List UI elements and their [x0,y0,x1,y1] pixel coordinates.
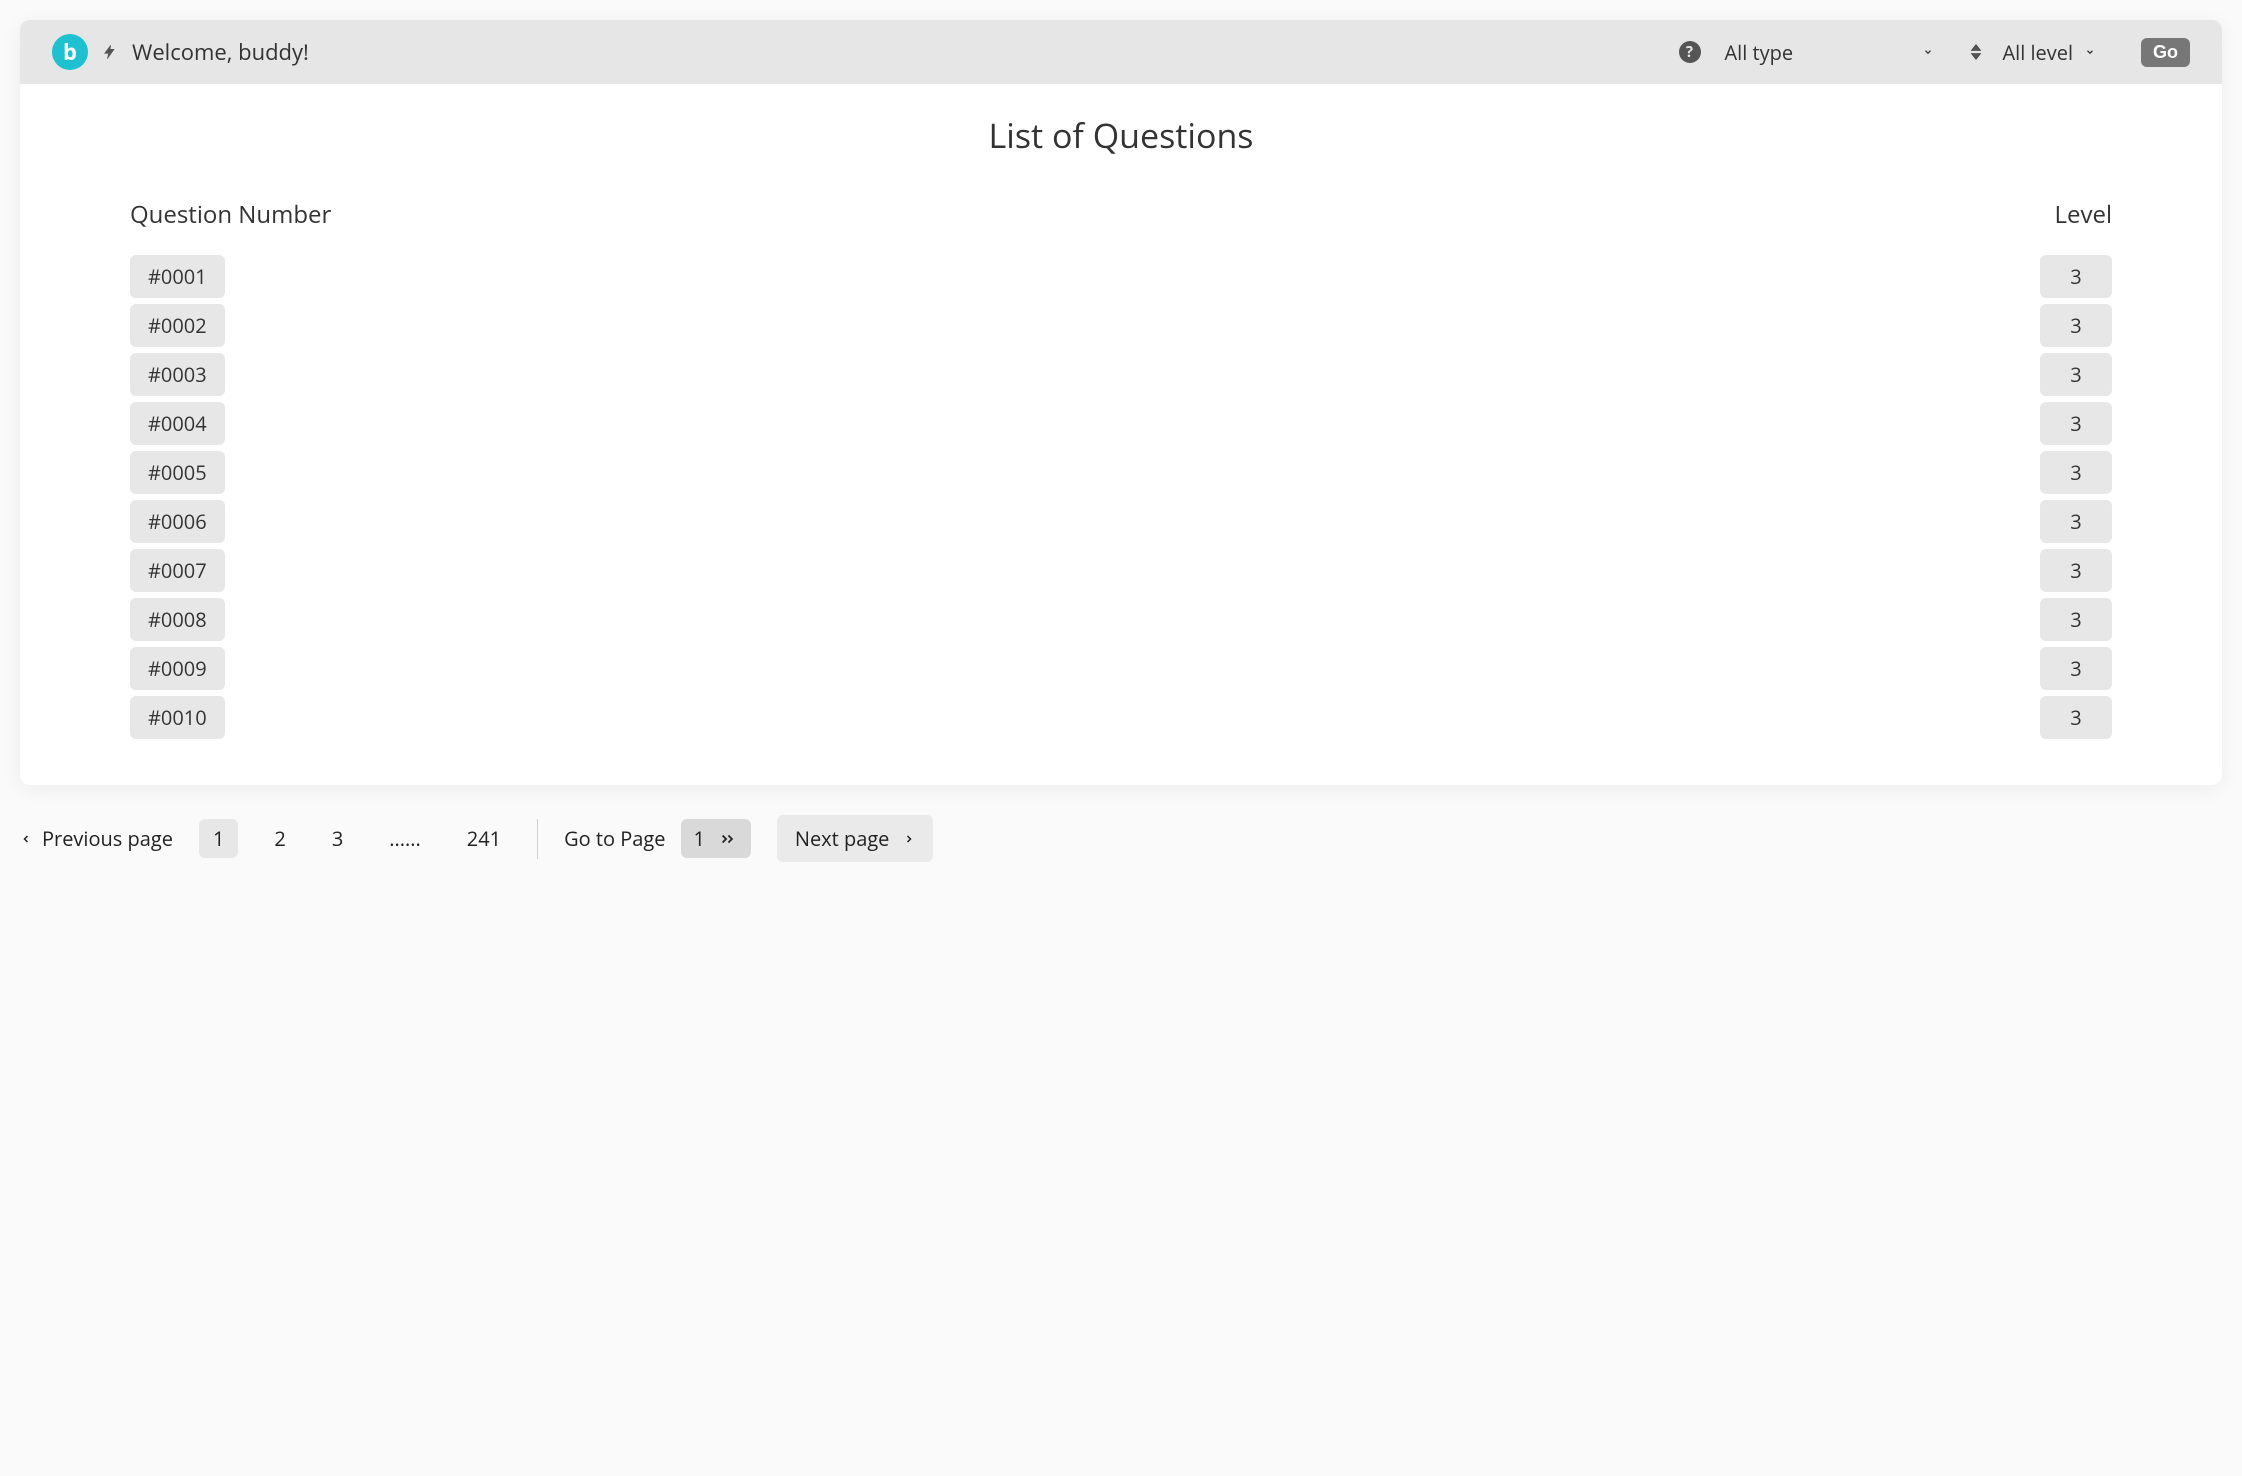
next-page-button[interactable]: Next page [777,815,934,862]
level-pill[interactable]: 3 [2040,647,2112,690]
level-pill[interactable]: 3 [2040,696,2112,739]
page-3-button[interactable]: 3 [322,819,353,858]
page-2-button[interactable]: 2 [264,819,295,858]
type-filter-select[interactable]: All type [1725,39,1935,66]
level-pill[interactable]: 3 [2040,451,2112,494]
page-number: 1 [213,825,224,852]
level-filter-label: All level [2003,39,2074,66]
chevron-left-icon [20,825,32,852]
question-number-header: Question Number [130,198,331,231]
pagination-divider [537,819,538,859]
app-panel: b Welcome, buddy! ? All type All level G… [20,20,2222,785]
level-pill[interactable]: 3 [2040,549,2112,592]
page-1-button[interactable]: 1 [199,819,238,858]
page-number: 2 [274,825,285,852]
question-number-pill[interactable]: #0006 [130,500,225,543]
level-column: Level 3 3 3 3 3 3 3 3 3 3 [2040,198,2112,745]
chevron-right-icon [903,825,915,852]
pagination-bar: Previous page 1 2 3 ...... 241 Go to Pag… [20,785,2222,862]
previous-page-label: Previous page [42,825,173,852]
level-pill[interactable]: 3 [2040,255,2112,298]
sort-icon[interactable] [1969,43,1983,61]
level-filter-select[interactable]: All level [2003,39,2098,66]
go-button-label: Go [2153,42,2178,62]
question-number-pill[interactable]: #0008 [130,598,225,641]
level-pill[interactable]: 3 [2040,500,2112,543]
chevron-down-icon [1921,47,1935,57]
header-bar: b Welcome, buddy! ? All type All level G… [20,20,2222,84]
type-filter-label: All type [1725,39,1794,66]
goto-page-input[interactable]: 1 [681,819,750,858]
question-number-pill[interactable]: #0009 [130,647,225,690]
welcome-text: Welcome, buddy! [132,37,309,67]
app-logo-letter: b [63,41,77,63]
question-number-pill[interactable]: #0010 [130,696,225,739]
page-number: 241 [467,825,501,852]
question-number-pill[interactable]: #0001 [130,255,225,298]
question-number-pill[interactable]: #0003 [130,353,225,396]
question-number-pill[interactable]: #0007 [130,549,225,592]
goto-page-value: 1 [693,825,704,852]
question-number-pill[interactable]: #0005 [130,451,225,494]
question-number-column: Question Number #0001 #0002 #0003 #0004 #000… [130,198,331,745]
app-logo[interactable]: b [52,34,88,70]
page-title: List of Questions [130,112,2112,158]
question-number-pill[interactable]: #0004 [130,402,225,445]
level-pill[interactable]: 3 [2040,353,2112,396]
level-header: Level [2040,198,2112,231]
bolt-icon [102,42,118,62]
go-button[interactable]: Go [2141,38,2190,67]
page-ellipsis: ...... [379,819,431,858]
main-content: List of Questions Question Number #0001 #… [20,84,2222,785]
double-chevron-right-icon [719,825,739,852]
level-pill[interactable]: 3 [2040,402,2112,445]
page-last-button[interactable]: 241 [457,819,511,858]
goto-page-label: Go to Page [564,825,665,852]
level-pill[interactable]: 3 [2040,598,2112,641]
chevron-down-icon [2083,47,2097,57]
next-page-label: Next page [795,825,890,852]
level-pill[interactable]: 3 [2040,304,2112,347]
help-icon[interactable]: ? [1679,41,1701,63]
page-number: 3 [332,825,343,852]
previous-page-button[interactable]: Previous page [20,825,173,852]
question-number-pill[interactable]: #0002 [130,304,225,347]
